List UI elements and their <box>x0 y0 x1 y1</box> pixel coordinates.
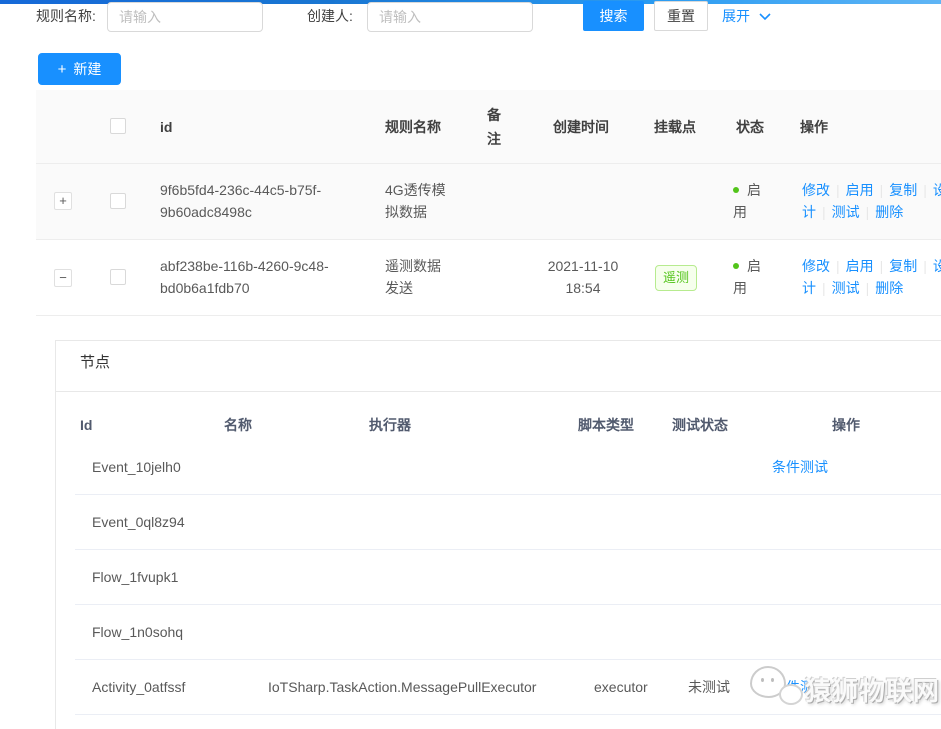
op-separator: | <box>866 280 870 296</box>
op-separator: | <box>866 204 870 220</box>
node-col-name: 名称 <box>224 415 252 435</box>
op-separator: | <box>836 258 840 274</box>
op-separator: | <box>923 258 927 274</box>
status-cell: 启用 <box>733 255 771 299</box>
col-rule-name: 规则名称 <box>385 116 441 138</box>
node-id: Activity_0atfssf <box>92 677 185 697</box>
row-actions: 修改 | 启用 | 复制 | 设 计 | 测试 | 删除 <box>802 179 941 223</box>
node-test-status: 未测试 <box>688 677 730 697</box>
op-separator: | <box>822 280 826 296</box>
creator-input[interactable] <box>367 2 533 32</box>
col-mount: 挂载点 <box>654 116 696 138</box>
op-modify[interactable]: 修改 <box>802 182 830 198</box>
status-dot-icon <box>733 187 739 193</box>
row-checkbox[interactable] <box>110 193 126 209</box>
collapse-row-button[interactable]: − <box>54 269 72 287</box>
op-delete[interactable]: 删除 <box>875 280 903 296</box>
op-separator: | <box>836 182 840 198</box>
op-separator: | <box>880 182 884 198</box>
col-status: 状态 <box>736 116 764 138</box>
expand-row-button[interactable]: + <box>54 192 72 210</box>
created-time-cell: 2021-11-10 18:54 <box>538 255 628 299</box>
op-design[interactable]: 设 <box>933 258 941 274</box>
node-id: Flow_1n0sohq <box>92 622 183 642</box>
chevron-down-icon <box>759 13 771 21</box>
col-ops: 操作 <box>800 116 828 138</box>
node-col-executor: 执行器 <box>369 415 411 435</box>
node-script-type: executor <box>594 677 648 697</box>
created-date: 2021-11-10 <box>538 255 628 277</box>
new-button[interactable]: + 新建 <box>38 53 121 85</box>
node-col-test-status: 测试状态 <box>672 415 728 435</box>
op-test[interactable]: 测试 <box>832 280 860 296</box>
op-design-cont[interactable]: 计 <box>802 204 816 220</box>
op-copy[interactable]: 复制 <box>889 258 917 274</box>
rule-name-input[interactable] <box>107 2 263 32</box>
col-created: 创建时间 <box>553 116 609 138</box>
divider <box>36 163 941 164</box>
search-button[interactable]: 搜索 <box>583 1 644 31</box>
nodes-panel-title: 节点 <box>80 352 110 374</box>
mount-tag: 遥测 <box>655 265 697 291</box>
reset-button[interactable]: 重置 <box>654 1 708 31</box>
op-delete[interactable]: 删除 <box>875 204 903 220</box>
row-actions: 修改 | 启用 | 复制 | 设 计 | 测试 | 删除 <box>802 255 941 299</box>
node-executor: IoTSharp.TaskAction.MessagePullExecutor <box>268 677 536 697</box>
op-test[interactable]: 测试 <box>832 204 860 220</box>
col-id: id <box>160 116 172 138</box>
op-separator: | <box>822 204 826 220</box>
divider <box>36 239 941 240</box>
rule-name: 遥测数据发送 <box>385 255 453 299</box>
divider <box>75 714 941 715</box>
new-button-label: 新建 <box>73 61 101 77</box>
op-design-cont[interactable]: 计 <box>802 280 816 296</box>
divider <box>75 494 941 495</box>
op-enable[interactable]: 启用 <box>846 182 874 198</box>
status-dot-icon <box>733 263 739 269</box>
creator-label: 创建人: <box>307 0 353 33</box>
node-id: Event_0ql8z94 <box>92 512 185 532</box>
divider <box>75 659 941 660</box>
node-col-ops: 操作 <box>832 415 860 435</box>
status-cell: 启用 <box>733 179 771 223</box>
expand-toggle[interactable]: 展开 <box>722 0 771 33</box>
expand-label: 展开 <box>722 8 750 24</box>
divider <box>56 391 941 392</box>
rule-name-label: 规则名称: <box>36 0 96 33</box>
node-col-script-type: 脚本类型 <box>578 415 634 435</box>
op-copy[interactable]: 复制 <box>889 182 917 198</box>
nodes-card <box>55 340 941 729</box>
plus-icon: + <box>58 61 67 78</box>
rule-name: 4G透传模拟数据 <box>385 179 453 223</box>
row-checkbox[interactable] <box>110 269 126 285</box>
op-enable[interactable]: 启用 <box>846 258 874 274</box>
rule-id: abf238be-116b-4260-9c48-bd0b6a1fdb70 <box>160 255 378 299</box>
select-all-checkbox[interactable] <box>110 118 126 134</box>
op-separator: | <box>923 182 927 198</box>
divider <box>75 604 941 605</box>
op-modify[interactable]: 修改 <box>802 258 830 274</box>
node-col-id: Id <box>80 415 92 435</box>
op-design[interactable]: 设 <box>933 182 941 198</box>
created-clock: 18:54 <box>538 277 628 299</box>
rule-list-page: 规则名称: 创建人: 搜索 重置 展开 +新建 id 规则名称 备注 创建时间 … <box>0 0 941 729</box>
rule-id: 9f6b5fd4-236c-44c5-b75f-9b60adc8498c <box>160 179 378 223</box>
divider <box>75 549 941 550</box>
condition-test-link[interactable]: 条件测试 <box>772 457 828 477</box>
divider <box>36 315 941 316</box>
condition-test-link[interactable]: 条件测试 <box>772 677 828 697</box>
node-id: Event_10jelh0 <box>92 457 181 477</box>
col-remark: 备注 <box>487 103 503 151</box>
node-id: Flow_1fvupk1 <box>92 567 178 587</box>
op-separator: | <box>880 258 884 274</box>
